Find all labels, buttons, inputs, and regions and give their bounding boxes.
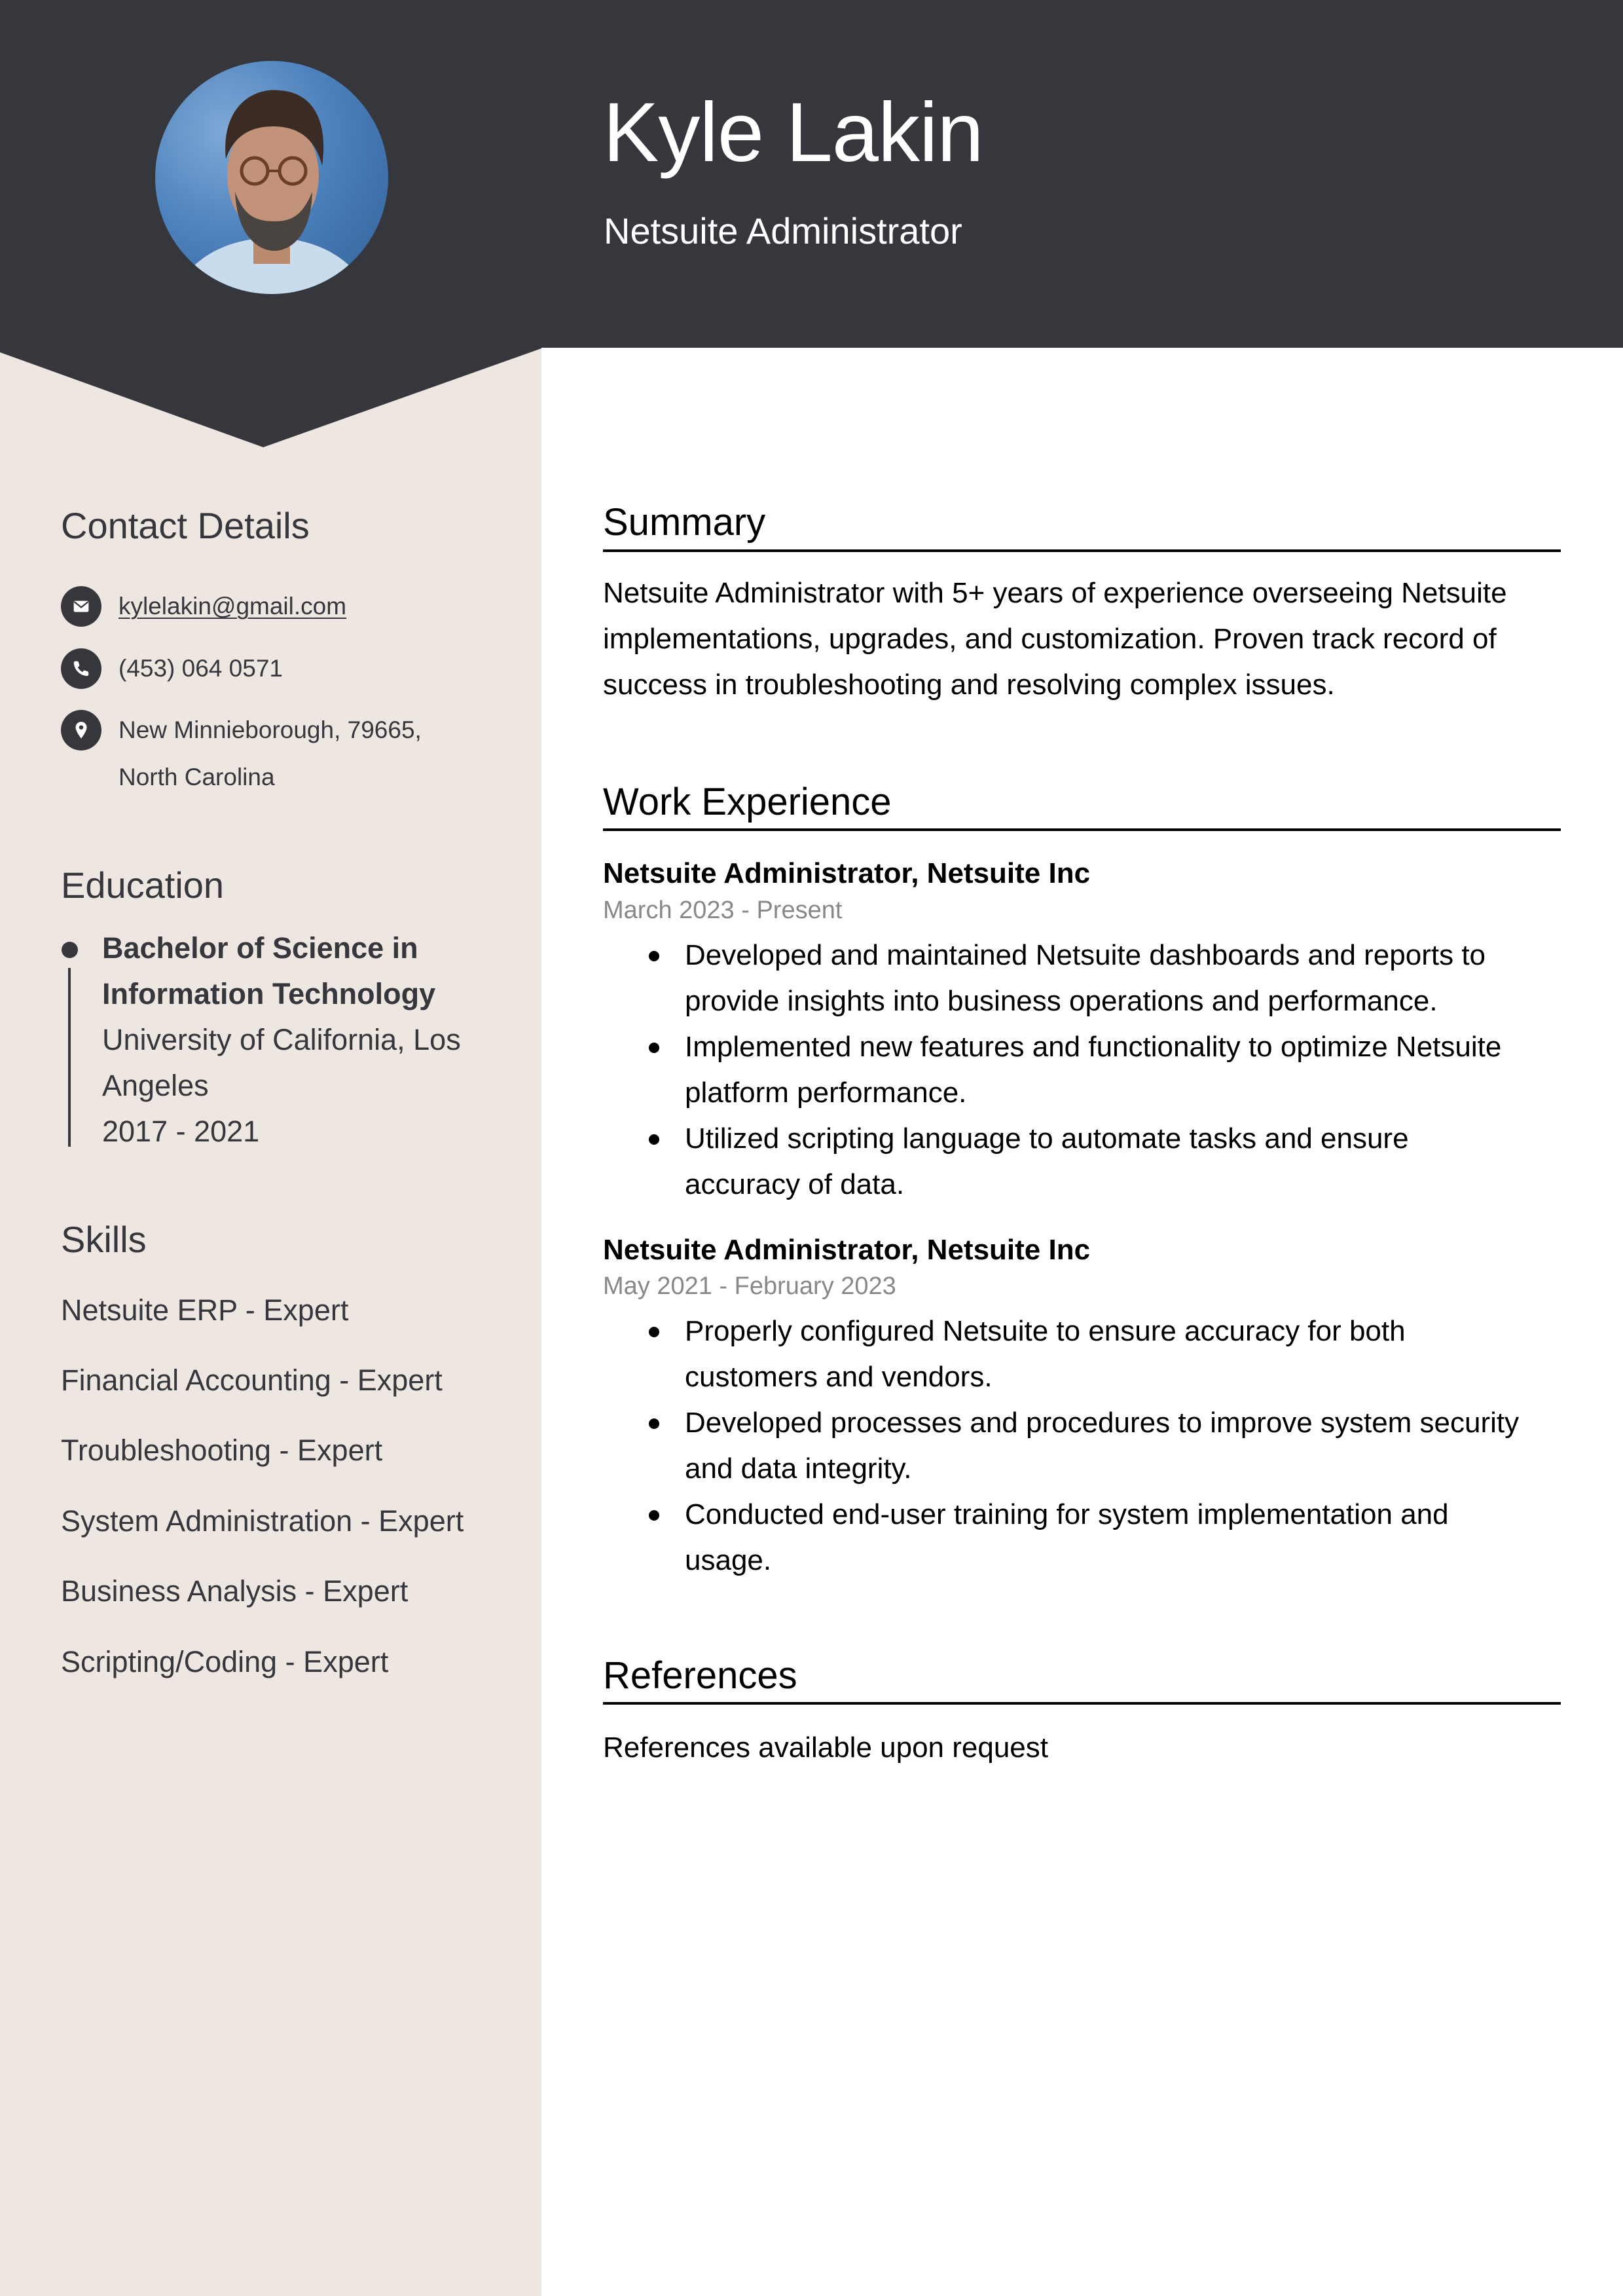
bullet-dot [649,1327,659,1337]
references-text: References available upon request [603,1731,1049,1764]
portrait-illustration [175,90,368,294]
skill-item: Netsuite ERP - Expert [61,1293,349,1327]
timeline-line [68,968,71,1147]
bullet-item: Conducted end-user training for system i… [603,1492,1565,1583]
contact-email-row: kylelakin@gmail.com [61,586,346,630]
bullet-dot [649,1418,659,1429]
email-link[interactable]: kylelakin@gmail.com [119,593,346,620]
summary-text: Netsuite Administrator with 5+ years of … [603,570,1565,708]
bullet-item: Developed processes and procedures to im… [603,1400,1565,1492]
degree-line-1: Bachelor of Science in [102,931,418,965]
map-pin-icon [61,710,101,750]
profile-photo [155,61,388,294]
address: New Minnieborough, 79665, North Carolina [119,707,422,801]
contact-details-heading: Contact Details [61,505,310,546]
bullet-dot [649,1134,659,1145]
bullet-dot [649,951,659,961]
bullet-item: Utilized scripting language to automate … [603,1116,1565,1208]
skill-item: Financial Accounting - Expert [61,1363,443,1397]
skill-item: Scripting/Coding - Expert [61,1645,389,1678]
summary-line: success in troubleshooting and resolving… [603,669,1335,701]
job-dates: May 2021 - February 2023 [603,1272,896,1300]
education-entry: Bachelor of Science in Information Techn… [61,925,519,1155]
summary-line: implementations, upgrades, and customiza… [603,623,1497,655]
skill-item: Business Analysis - Expert [61,1574,409,1608]
section-divider [603,1702,1561,1705]
school-line-1: University of California, Los [102,1023,461,1056]
skill-item: System Administration - Expert [61,1504,464,1538]
candidate-role: Netsuite Administrator [604,210,962,251]
phone-number: (453) 064 0571 [119,655,283,682]
bullet-item: Implemented new features and functionali… [603,1024,1565,1116]
school-line-2: Angeles [102,1069,209,1102]
phone-icon [61,648,101,689]
skills-heading: Skills [61,1219,147,1260]
envelope-icon [61,586,101,627]
job-dates: March 2023 - Present [603,897,843,924]
bullet-item: Properly configured Netsuite to ensure a… [603,1308,1565,1400]
summary-line: Netsuite Administrator with 5+ years of … [603,577,1507,609]
contact-address-row: New Minnieborough, 79665, North Carolina [61,710,422,801]
address-line-2: North Carolina [119,764,275,790]
summary-heading: Summary [603,501,766,544]
job-bullets: Developed and maintained Netsuite dashbo… [603,933,1565,1208]
address-line-1: New Minnieborough, 79665, [119,716,422,743]
education-heading: Education [61,864,225,906]
bullet-item: Developed and maintained Netsuite dashbo… [603,933,1565,1024]
work-experience-heading: Work Experience [603,781,892,823]
job-title: Netsuite Administrator, Netsuite Inc [603,857,1091,889]
timeline-dot [62,942,78,958]
job-bullets: Properly configured Netsuite to ensure a… [603,1308,1565,1583]
job-title: Netsuite Administrator, Netsuite Inc [603,1234,1091,1266]
section-divider [603,549,1561,552]
bullet-dot [649,1510,659,1521]
contact-phone-row: (453) 064 0571 [61,648,283,692]
skill-item: Troubleshooting - Expert [61,1434,383,1467]
bullet-dot [649,1043,659,1053]
education-years: 2017 - 2021 [102,1115,260,1148]
header-chevron [0,341,541,447]
candidate-name: Kyle Lakin [603,86,984,179]
section-divider [603,828,1561,831]
references-heading: References [603,1654,797,1697]
degree-line-2: Information Technology [102,977,436,1010]
